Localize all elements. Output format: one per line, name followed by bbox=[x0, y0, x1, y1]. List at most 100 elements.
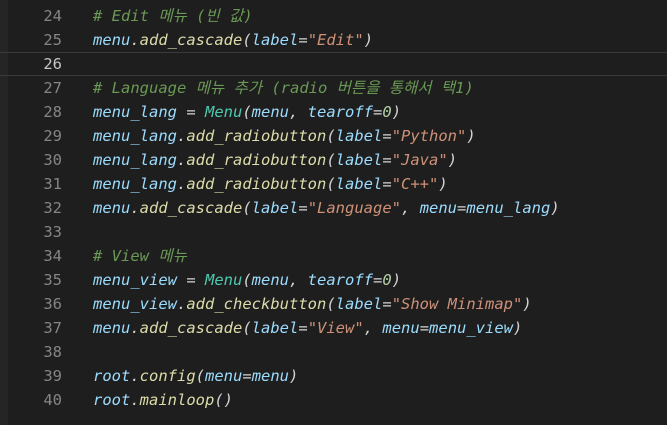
token-punct: ( bbox=[326, 175, 336, 193]
token-op: = bbox=[298, 319, 308, 337]
token-string: "Show Minimap" bbox=[391, 295, 523, 313]
code-line[interactable]: 39 root.config(menu=menu) bbox=[0, 364, 667, 388]
code-line[interactable]: 31 menu_lang.add_radiobutton(label="C++") bbox=[0, 172, 667, 196]
code-line[interactable]: 28 menu_lang = Menu(menu, tearoff=0) bbox=[0, 100, 667, 124]
token-var: menu_lang bbox=[93, 127, 177, 145]
token-var: menu_lang bbox=[466, 199, 551, 217]
code-line[interactable]: 36 menu_view.add_checkbutton(label="Show … bbox=[0, 292, 667, 316]
token-var: menu bbox=[251, 367, 290, 385]
code-text[interactable]: menu.add_cascade(label="View", menu=menu… bbox=[93, 316, 667, 340]
code-line[interactable]: 29 menu_lang.add_radiobutton(label="Pytho… bbox=[0, 124, 667, 148]
code-text[interactable]: menu_lang.add_radiobutton(label="Java") bbox=[93, 148, 667, 172]
line-number: 25 bbox=[43, 31, 62, 49]
token-param: label bbox=[251, 319, 299, 337]
token-punct: ) bbox=[289, 367, 299, 385]
token-param: label bbox=[335, 151, 383, 169]
token-punct: ) bbox=[363, 31, 374, 49]
code-line[interactable]: 35 menu_view = Menu(menu, tearoff=0) bbox=[0, 268, 667, 292]
code-text[interactable]: menu_lang = Menu(menu, tearoff=0) bbox=[93, 100, 667, 124]
token-param: menu bbox=[205, 367, 243, 385]
token-punct: ) bbox=[447, 151, 458, 169]
code-line[interactable]: 27 # Language 메뉴 추가 (radio 버튼을 통해서 택1) bbox=[0, 76, 667, 100]
token-param: menu bbox=[419, 199, 458, 217]
token-class: Menu bbox=[205, 271, 243, 289]
token-number: 0 bbox=[382, 271, 392, 289]
code-line[interactable]: 25 menu.add_cascade(label="Edit") bbox=[0, 28, 667, 52]
token-punct: ) bbox=[438, 175, 448, 193]
token-punct: ( bbox=[242, 319, 252, 337]
token-method: add_radiobutton bbox=[186, 175, 327, 193]
code-text[interactable]: menu.add_cascade(label="Language", menu=… bbox=[93, 196, 667, 220]
code-line[interactable]: 24 # Edit 메뉴 (빈 값) bbox=[0, 4, 667, 28]
line-number: 24 bbox=[43, 7, 62, 25]
code-text[interactable]: menu_lang.add_radiobutton(label="Python"… bbox=[93, 124, 667, 148]
line-number: 35 bbox=[43, 271, 62, 289]
token-punct: . bbox=[177, 175, 187, 193]
token-punct: ( bbox=[242, 31, 252, 49]
token-param: label bbox=[335, 295, 383, 313]
token-punct: , bbox=[289, 271, 308, 289]
token-param: label bbox=[251, 199, 299, 217]
line-number: 29 bbox=[43, 127, 62, 145]
token-op: = bbox=[382, 175, 392, 193]
code-line[interactable]: 30 menu_lang.add_radiobutton(label="Java"… bbox=[0, 148, 667, 172]
token-var: menu bbox=[93, 31, 131, 49]
code-line[interactable]: 32 menu.add_cascade(label="Language", men… bbox=[0, 196, 667, 220]
token-method: add_radiobutton bbox=[186, 151, 327, 169]
token-op: = bbox=[177, 103, 205, 121]
line-number: 32 bbox=[43, 199, 62, 217]
line-number: 33 bbox=[43, 223, 62, 241]
token-var: menu_lang bbox=[93, 175, 177, 193]
code-text[interactable]: menu.add_cascade(label="Edit") bbox=[93, 28, 667, 52]
code-line[interactable]: 37 menu.add_cascade(label="View", menu=me… bbox=[0, 316, 667, 340]
code-line[interactable]: 40 root.mainloop() bbox=[0, 388, 667, 412]
token-punct: . bbox=[130, 199, 140, 217]
code-text[interactable]: root.mainloop() bbox=[93, 388, 667, 412]
token-op: = bbox=[373, 271, 383, 289]
token-punct: . bbox=[130, 367, 140, 385]
token-punct: ) bbox=[513, 319, 523, 337]
code-text[interactable]: menu_view.add_checkbutton(label="Show Mi… bbox=[93, 292, 667, 316]
token-string: "Java" bbox=[391, 151, 448, 169]
token-comment: # Edit 메뉴 (빈 값) bbox=[93, 7, 253, 25]
token-string: "Edit" bbox=[307, 31, 364, 49]
token-op: = bbox=[298, 31, 308, 49]
token-punct: ( bbox=[326, 127, 336, 145]
code-line[interactable]: 38 bbox=[0, 340, 667, 364]
token-punct: ( bbox=[326, 295, 336, 313]
token-punct: ( bbox=[326, 151, 336, 169]
line-number: 26 bbox=[43, 55, 62, 73]
token-var: menu bbox=[251, 271, 289, 289]
code-editor[interactable]: 24 # Edit 메뉴 (빈 값) 25 menu.add_cascade(labe… bbox=[0, 0, 667, 425]
code-line-current[interactable]: 26 bbox=[0, 52, 667, 76]
line-number: 36 bbox=[43, 295, 62, 313]
token-var: root bbox=[93, 391, 131, 409]
line-number: 28 bbox=[43, 103, 62, 121]
line-number: 31 bbox=[43, 175, 62, 193]
token-punct: , bbox=[363, 319, 383, 337]
code-line[interactable]: 34 # View 메뉴 bbox=[0, 244, 667, 268]
code-text[interactable]: # Language 메뉴 추가 (radio 버튼을 통해서 택1) bbox=[93, 76, 667, 100]
code-text[interactable]: menu_lang.add_radiobutton(label="C++") bbox=[93, 172, 667, 196]
code-text[interactable]: root.config(menu=menu) bbox=[93, 364, 667, 388]
code-text[interactable]: menu_view = Menu(menu, tearoff=0) bbox=[93, 268, 667, 292]
line-number: 34 bbox=[43, 247, 62, 265]
token-op: = bbox=[457, 199, 467, 217]
token-var: menu bbox=[93, 199, 131, 217]
token-class: Menu bbox=[205, 103, 243, 121]
token-punct: ( bbox=[242, 271, 252, 289]
code-text[interactable]: # Edit 메뉴 (빈 값) bbox=[93, 4, 667, 28]
token-op: = bbox=[373, 103, 383, 121]
line-number: 39 bbox=[43, 367, 62, 385]
token-punct: ) bbox=[391, 103, 402, 121]
code-line[interactable]: 33 bbox=[0, 220, 667, 244]
token-method: add_cascade bbox=[139, 31, 243, 49]
token-op: = bbox=[382, 151, 392, 169]
token-var: menu_view bbox=[93, 271, 177, 289]
token-method: add_cascade bbox=[139, 199, 243, 217]
token-param: label bbox=[335, 127, 383, 145]
token-punct: () bbox=[214, 391, 233, 409]
token-string: "C++" bbox=[391, 175, 439, 193]
token-punct: , bbox=[401, 199, 420, 217]
code-text[interactable]: # View 메뉴 bbox=[93, 244, 667, 268]
